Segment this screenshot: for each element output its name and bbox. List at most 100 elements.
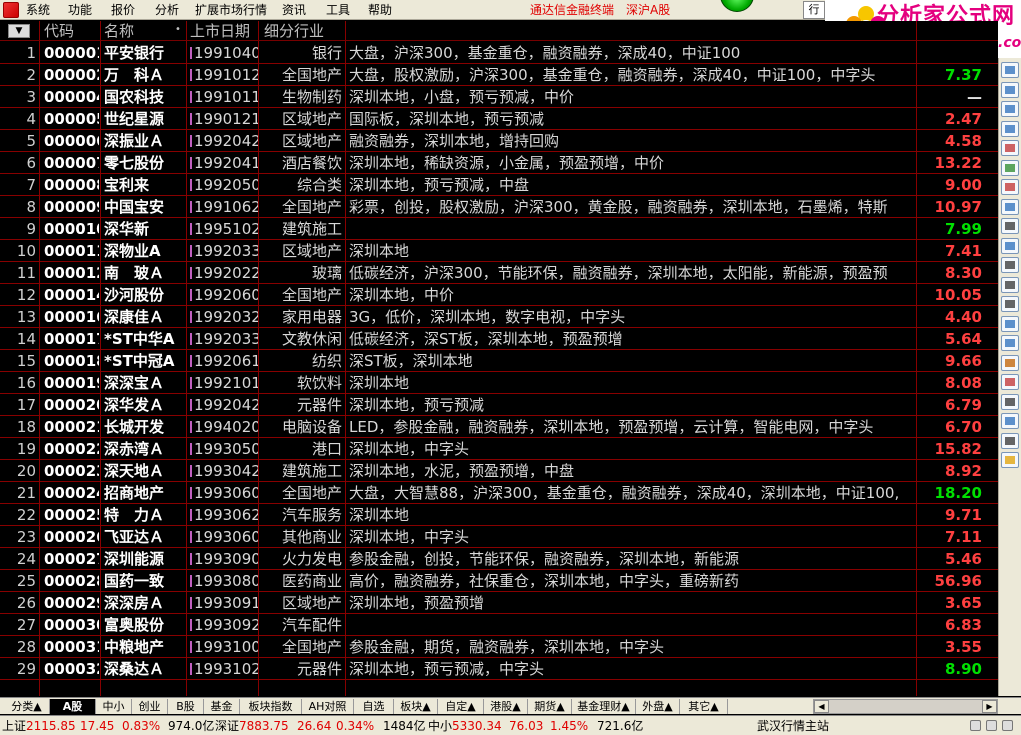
tab-6[interactable]: 板块指数	[240, 699, 302, 714]
table-row[interactable]: 6 000007 零七股份 19920413 酒店餐饮深圳本地，稀缺资源，小金属，预盈预…	[0, 152, 998, 174]
zoom-in-icon[interactable]	[1001, 62, 1019, 78]
tab-0[interactable]: 分类▲	[4, 699, 50, 714]
fin-icon[interactable]	[1001, 218, 1019, 234]
stock-name-text: 深物业A	[104, 242, 161, 260]
menu-tools[interactable]: 工具	[326, 2, 350, 18]
header-listing-date[interactable]: 上市日期	[190, 21, 250, 41]
table-row[interactable]: 18 000021 长城开发 19940202 电脑设备 LED，参股金融，融资融券，深圳…	[0, 416, 998, 438]
table-row[interactable]: 11 000012 南 玻Ａ 19920228 玻璃低碳经济，沪深300，节能环保，融资…	[0, 262, 998, 284]
close-box-icon[interactable]	[1001, 374, 1019, 390]
menu-quote[interactable]: 报价	[111, 2, 135, 18]
menu-function[interactable]: 功能	[68, 2, 92, 18]
stock-name-text: 长城开发	[104, 418, 165, 436]
tab-4[interactable]: B股	[168, 699, 204, 714]
table-row[interactable]: 16 000019 深深宝Ａ 19921012 软饮料深圳本地 8.08	[0, 372, 998, 394]
menu-system[interactable]: 系统	[26, 2, 50, 18]
arrow-down-icon[interactable]	[1001, 101, 1019, 117]
app-icon[interactable]	[3, 2, 19, 18]
tab-15[interactable]: 其它▲	[680, 699, 728, 714]
price-value-text: 3.65	[944, 594, 982, 612]
lock-icon[interactable]	[1002, 720, 1013, 731]
target-icon[interactable]	[1001, 315, 1019, 332]
table-row[interactable]: 23 000026 飞亚达Ａ 19930603 其他商业深圳本地，中字头 7.11	[0, 526, 998, 548]
etf-icon[interactable]	[1001, 393, 1019, 410]
line-chart-icon[interactable]	[1001, 159, 1019, 176]
price-value: 7.99	[918, 218, 982, 240]
table-row[interactable]: 7 000008 宝利来 19920507 综合类深圳本地，预亏预减，中盘 9.00	[0, 174, 998, 196]
tab-scrollbar[interactable]: ◀ ▶	[813, 699, 998, 714]
table-row[interactable]: 8 000009 中国宝安 19910625 全国地产彩票，创投，股权激励，沪深300，…	[0, 196, 998, 218]
table-row[interactable]: 13 000016 深康佳Ａ 19920327 家用电器 3G，低价，深圳本地，数字电视，…	[0, 306, 998, 328]
status-station[interactable]: 武汉行情主站	[757, 719, 829, 733]
sort-icon[interactable]	[1001, 354, 1019, 371]
table-row[interactable]: 29 000032 深桑达Ａ 19931028 元器件深圳本地，预亏预减，中字头 8.90	[0, 658, 998, 680]
tab-3[interactable]: 创业	[132, 699, 168, 714]
table-row[interactable]: 24 000027 深圳能源 19930903 火力发电参股金融，创投，节能环保，融资融…	[0, 548, 998, 570]
table-row[interactable]: 15 000018 *ST中冠A 19920616 纺织深ST板，深圳本地 9.66	[0, 350, 998, 372]
signal-icon[interactable]	[970, 720, 981, 731]
tab-1[interactable]: A股	[50, 699, 96, 714]
tab-5[interactable]: 基金	[204, 699, 240, 714]
folder-icon[interactable]	[1001, 335, 1019, 351]
list-icon[interactable]	[1001, 198, 1019, 215]
table-row[interactable]: 9 000010 深华新 19951027 建筑施工 7.99	[0, 218, 998, 240]
table-row[interactable]: 3 000004 国农科技 19910114 生物制药深圳本地，小盘，预亏预减，中价 —	[0, 86, 998, 108]
table-row[interactable]: 4 000005 世纪星源 19901210 区域地产国际板，深圳本地，预亏预减 2.47	[0, 108, 998, 130]
tab-14[interactable]: 外盘▲	[636, 699, 680, 714]
menu-help[interactable]: 帮助	[368, 2, 392, 18]
menu-extended-market[interactable]: 扩展市场行情	[195, 2, 267, 18]
stock-code: 000026	[44, 526, 99, 548]
bar-chart-icon[interactable]	[1001, 140, 1019, 156]
tab-9[interactable]: 板块▲	[394, 699, 438, 714]
table-row[interactable]: 28 000031 中粮地产 19931008 全国地产参股金融，期货，融资融券，深圳本…	[0, 636, 998, 658]
listing-date-text: 19931028	[194, 660, 258, 678]
alert-icon[interactable]	[986, 720, 997, 731]
connection-status-icon[interactable]	[720, 0, 754, 12]
row-index: 12	[0, 284, 36, 306]
table-row[interactable]: 17 000020 深华发Ａ 19920428 元器件深圳本地，预亏预减 6.79	[0, 394, 998, 416]
sort-button[interactable]: ▼	[8, 24, 30, 38]
doc-icon-glyph	[1005, 124, 1015, 133]
f3-icon[interactable]	[1001, 296, 1019, 312]
listing-date-text: 19931008	[194, 638, 258, 656]
table-row[interactable]: 19 000022 深赤湾Ａ 19930505 港口深圳本地，中字头 15.82	[0, 438, 998, 460]
fiz-icon[interactable]	[1001, 276, 1019, 293]
tab-13[interactable]: 基金理财▲	[572, 699, 636, 714]
table-row[interactable]: 12 000014 沙河股份 19920602 全国地产深圳本地，中价 10.05	[0, 284, 998, 306]
header-industry[interactable]: 细分行业	[264, 21, 324, 41]
table-row[interactable]: 27 000030 富奥股份 19930929 汽车配件 6.83	[0, 614, 998, 636]
table-row[interactable]: 10 000011 深物业A 19920330 区域地产深圳本地 7.41	[0, 240, 998, 262]
quote-button[interactable]: 行	[803, 1, 825, 19]
zoom-out-icon[interactable]	[1001, 81, 1019, 98]
f10-icon[interactable]	[1001, 257, 1019, 273]
right-toolbar	[998, 58, 1021, 696]
table-row[interactable]: 2 000002 万 科Ａ 19910129 全国地产大盘，股权激励，沪深300，基金重…	[0, 64, 998, 86]
tab-7[interactable]: AH对照	[302, 699, 354, 714]
scroll-right-button[interactable]: ▶	[982, 700, 997, 713]
table-row[interactable]: 14 000017 *ST中华A 19920331 文教休闲低碳经济，深ST板，深圳本地…	[0, 328, 998, 350]
tab-10[interactable]: 自定▲	[438, 699, 484, 714]
table-row[interactable]: 25 000028 国药一致 19930809 医药商业高价，融资融券，社保重仓，深圳本…	[0, 570, 998, 592]
header-name[interactable]: 名称	[104, 21, 134, 41]
table-row[interactable]: 20 000023 深天地Ａ 19930429 建筑施工深圳本地，水泥，预盈预增，中盘 8…	[0, 460, 998, 482]
menu-analysis[interactable]: 分析	[155, 2, 179, 18]
scroll-left-button[interactable]: ◀	[814, 700, 829, 713]
menu-news[interactable]: 资讯	[282, 2, 306, 18]
header-code[interactable]: 代码	[44, 21, 74, 41]
table-row[interactable]: 1 000001 平安银行 19910403 银行大盘，沪深300，基金重仓，融资融券，…	[0, 42, 998, 64]
price-value-text: 56.96	[934, 572, 982, 590]
table-row[interactable]: 5 000006 深振业Ａ 19920427 区域地产融资融券，深圳本地，增持回购 4.5…	[0, 130, 998, 152]
doc-icon[interactable]	[1001, 120, 1019, 137]
export-icon[interactable]	[1001, 413, 1019, 429]
table-row[interactable]: 22 000025 特 力Ａ 19930621 汽车服务深圳本地 9.71	[0, 504, 998, 526]
tab-11[interactable]: 港股▲	[484, 699, 528, 714]
tab-8[interactable]: 自选	[354, 699, 394, 714]
candle-icon[interactable]	[1001, 179, 1019, 195]
sun-icon[interactable]	[1001, 452, 1019, 468]
tab-12[interactable]: 期货▲	[528, 699, 572, 714]
tab-2[interactable]: 中小	[96, 699, 132, 714]
info-icon[interactable]	[1001, 237, 1019, 254]
table-row[interactable]: 26 000029 深深房Ａ 19930915 区域地产深圳本地，预盈预增 3.65	[0, 592, 998, 614]
table-row[interactable]: 21 000024 招商地产 19930607 全国地产大盘，大智慧88，沪深300，基…	[0, 482, 998, 504]
notes-icon[interactable]	[1001, 432, 1019, 449]
